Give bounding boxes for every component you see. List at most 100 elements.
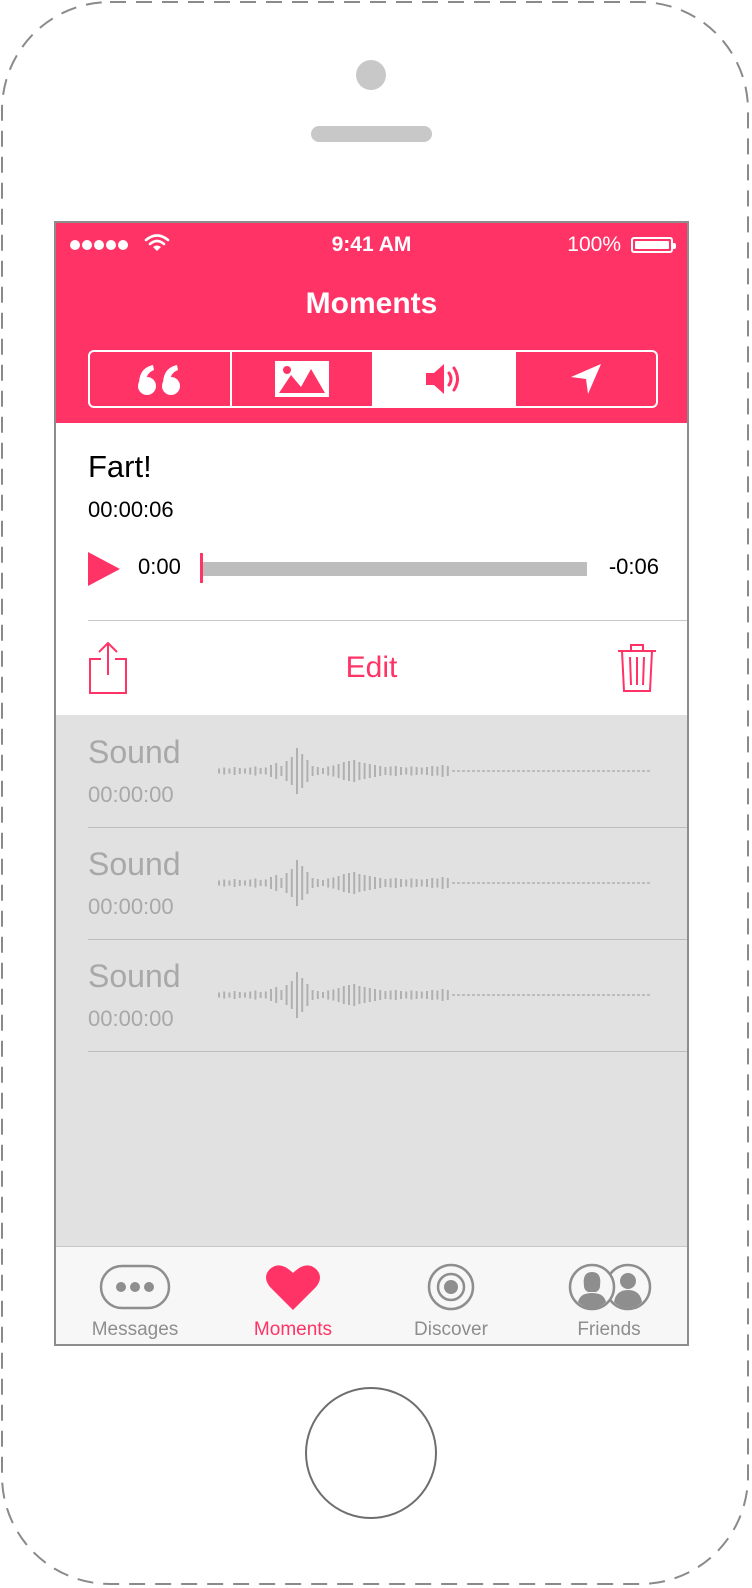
waveform-bar	[446, 878, 449, 888]
segment-quotes[interactable]	[90, 352, 232, 406]
waveform-bar	[280, 878, 283, 888]
segment-location[interactable]	[516, 352, 656, 406]
waveform-bar	[270, 765, 272, 777]
tab-label: Moments	[253, 1319, 333, 1340]
waveform-bar	[394, 990, 397, 1000]
waveform-bar	[379, 766, 382, 776]
waveform-bar	[290, 981, 293, 1009]
waveform-bar	[244, 768, 246, 774]
segment-audio[interactable]	[374, 352, 516, 406]
waveform	[218, 860, 652, 906]
waveform-bar	[259, 880, 262, 886]
waveform-bar	[285, 761, 288, 781]
tab-discover[interactable]: Discover	[372, 1247, 530, 1344]
play-button[interactable]	[88, 552, 120, 586]
waveform-bar	[218, 880, 220, 886]
waveform-bar	[290, 757, 293, 785]
waveform-bar	[389, 878, 392, 888]
waveform-bar	[327, 766, 330, 776]
waveform-bar	[223, 991, 226, 999]
sound-list: Sound 00:00:00 Sound 00:00:00 Sound 00:0…	[88, 716, 687, 1052]
waveform-bar	[327, 990, 330, 1000]
tab-messages[interactable]: Messages	[56, 1247, 214, 1344]
edit-button[interactable]: Edit	[56, 651, 687, 685]
speaker-icon	[426, 364, 459, 394]
waveform-bar	[337, 988, 340, 1002]
tab-label: Messages	[91, 1319, 179, 1340]
waveform-bar	[420, 767, 423, 775]
waveform-bar	[238, 992, 241, 998]
waveform-bar	[441, 989, 444, 1001]
waveform-bar	[306, 872, 309, 894]
waveform-bar	[296, 748, 298, 794]
delete-button[interactable]	[617, 643, 657, 693]
list-item[interactable]: Sound 00:00:00	[88, 828, 687, 940]
waveform-bar	[249, 879, 252, 887]
waveform-bar	[233, 991, 236, 999]
waveform-bar	[358, 986, 361, 1004]
waveform-bar	[285, 985, 288, 1005]
waveform-bar	[301, 754, 304, 788]
waveform-bar	[238, 880, 241, 886]
list-item[interactable]: Sound 00:00:00	[88, 716, 687, 828]
waveform-bar	[379, 878, 382, 888]
waveform-bar	[358, 762, 361, 780]
waveform-bar	[228, 768, 231, 774]
waveform-bar	[363, 987, 366, 1003]
battery-icon	[631, 237, 676, 253]
tab-moments[interactable]: Moments	[214, 1247, 372, 1344]
sound-name: Sound	[88, 958, 181, 994]
waveform-bar	[426, 991, 428, 999]
sound-time: 00:00:00	[88, 782, 174, 807]
waveform-bar	[264, 879, 267, 887]
waveform-bar	[353, 872, 356, 894]
waveform-bar	[290, 869, 293, 897]
waveform-bar	[400, 767, 402, 775]
tab-friends[interactable]: Friends	[530, 1247, 687, 1344]
waveform-bar	[306, 984, 309, 1006]
waveform-bar	[223, 767, 226, 775]
waveform-bar	[363, 875, 366, 891]
waveform-bar	[348, 873, 350, 893]
waveform-bar	[311, 990, 314, 1000]
waveform-bar	[332, 765, 335, 777]
play-icon	[88, 552, 120, 586]
segment-photos[interactable]	[232, 352, 374, 406]
elapsed-time: 0:00	[138, 554, 181, 579]
phone-screen: 9:41 AM 100% Moments Fart! 00:00:06 0:00…	[54, 221, 689, 1346]
waveform-bar	[348, 985, 350, 1005]
waveform-bar	[316, 879, 319, 887]
waveform-bar	[426, 767, 428, 775]
progress-track[interactable]	[201, 562, 587, 576]
waveform-bar	[431, 766, 434, 776]
list-item[interactable]: Sound 00:00:00	[88, 940, 687, 1052]
waveform-bar	[342, 986, 345, 1004]
sound-name: Sound	[88, 846, 181, 882]
waveform-bar	[306, 760, 309, 782]
waveform-bar	[353, 984, 356, 1006]
home-button[interactable]	[305, 1387, 437, 1519]
target-icon	[427, 1263, 475, 1311]
waveform-bar	[264, 767, 267, 775]
waveform-bar	[233, 879, 236, 887]
waveform-bar	[264, 991, 267, 999]
waveform-bar	[394, 766, 397, 776]
waveform-bar	[431, 878, 434, 888]
location-arrow-icon	[571, 364, 601, 394]
waveform-bar	[348, 761, 350, 781]
waveform-bar	[249, 767, 252, 775]
sound-time: 00:00:00	[88, 894, 174, 919]
waveform-bar	[254, 990, 257, 1000]
waveform-bar	[441, 765, 444, 777]
waveform-bar	[238, 768, 241, 774]
waveform-bar	[322, 992, 324, 998]
waveform-bar	[275, 875, 278, 891]
waveform-bar	[275, 987, 278, 1003]
quote-icon	[138, 365, 180, 395]
waveform-bar	[296, 860, 298, 906]
waveform-bar	[316, 991, 319, 999]
progress-thumb[interactable]	[200, 553, 203, 583]
waveform-bar	[311, 766, 314, 776]
waveform-bar	[410, 766, 413, 776]
waveform-bar	[285, 873, 288, 893]
